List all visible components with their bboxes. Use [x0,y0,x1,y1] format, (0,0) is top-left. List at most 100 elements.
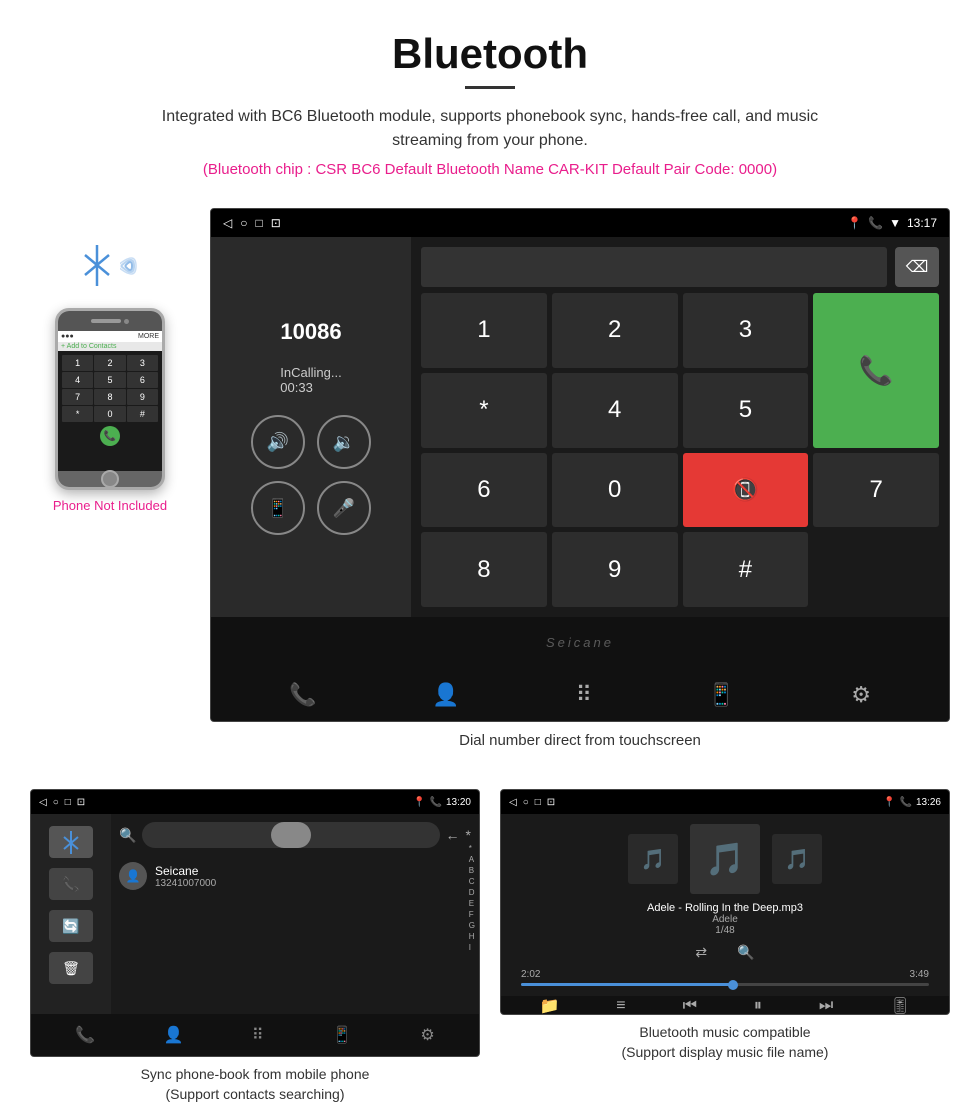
music-time-row: 2:02 3:49 [521,969,929,980]
pb-nav-settings[interactable]: ⚙ [420,1025,434,1045]
phonebook-caption: Sync phone-book from mobile phone (Suppo… [30,1065,480,1104]
music-caption: Bluetooth music compatible (Support disp… [500,1023,950,1062]
alpha-h: H [469,932,475,941]
music-screen: ◁ ○ □ ⊡ 📍 📞 13:26 🎵 [500,789,950,1015]
recent-calls-nav-icon[interactable]: 📞 [289,682,316,708]
keypad-grid: 1 2 3 📞 * 4 5 6 0 📵 7 8 9 # [421,293,939,607]
pb-delete-sidebar-icon[interactable]: 🗑 [49,952,93,984]
music-status-bar: ◁ ○ □ ⊡ 📍 📞 13:26 [501,790,949,814]
music-home-icon: ○ [523,797,529,808]
contacts-nav-icon[interactable]: 👤 [432,682,459,708]
current-music-note-icon: 🎵 [705,840,745,878]
wifi-icon: ▼ [889,216,901,230]
phonebook-body: 📞 🔄 🗑 🔍 ← * 👤 [31,814,479,1014]
key-7[interactable]: 7 [813,453,939,528]
key-9[interactable]: 9 [552,532,678,607]
pb-search-icon[interactable]: 🔍 [119,827,136,844]
contact-number: 13241007000 [155,878,216,889]
bluetooth-sidebar-icon[interactable] [49,826,93,858]
phone-transfer-button[interactable]: 📱 [251,481,305,535]
pb-call-icon: 📞 [430,797,442,808]
pb-sync-sidebar-icon[interactable]: 🔄 [49,910,93,942]
settings-nav-icon[interactable]: ⚙ [851,682,871,708]
next-album-art: 🎵 [772,834,822,884]
phonebook-status-bar: ◁ ○ □ ⊡ 📍 📞 13:20 [31,790,479,814]
dialpad-nav-icon[interactable]: ⠿ [576,682,592,708]
phone-number-display: 10086 [280,319,341,345]
alpha-b: B [469,866,475,875]
key-hash[interactable]: # [683,532,809,607]
key-1[interactable]: 1 [421,293,547,368]
pb-nav-calls[interactable]: 📞 [75,1025,95,1045]
microphone-button[interactable]: 🎤 [317,481,371,535]
next-track-icon[interactable]: ⏭ [819,997,833,1015]
pb-back-icon: ◁ [39,797,47,808]
bottom-nav-bar: Seicane [211,617,949,669]
page-header: Bluetooth Integrated with BC6 Bluetooth … [0,0,980,208]
equalizer-icon[interactable]: 🎚 [890,996,910,1015]
keypad-delete-button[interactable]: ⌫ [895,247,939,287]
key-6[interactable]: 6 [421,453,547,528]
contact-row: 👤 Seicane 13241007000 * A B C D E [119,856,471,896]
volume-up-button[interactable]: 🔊 [251,415,305,469]
pb-search-row: 🔍 ← * [119,822,471,848]
folder-icon[interactable]: 📁 [539,996,559,1015]
key-2[interactable]: 2 [552,293,678,368]
page-title: Bluetooth [20,30,960,78]
key-8[interactable]: 8 [421,532,547,607]
key-star[interactable]: * [421,373,547,448]
pb-asterisk: * [466,827,471,843]
alpha-asterisk: * [469,844,475,853]
alpha-c: C [469,877,475,886]
key-3[interactable]: 3 [683,293,809,368]
call-end-button[interactable]: 📵 [683,453,809,528]
key-0[interactable]: 0 [552,453,678,528]
music-artist: Adele [647,914,803,925]
current-album-art: 🎵 [690,824,760,894]
music-title: Adele - Rolling In the Deep.mp3 [647,902,803,914]
key-5[interactable]: 5 [683,373,809,448]
contact-name: Seicane [155,864,216,878]
music-current-time: 2:02 [521,969,540,980]
play-pause-icon[interactable]: ⏸ [754,997,762,1015]
music-screenshot-icon: ⊡ [547,797,555,808]
pb-call-sidebar-icon[interactable]: 📞 [49,868,93,900]
pb-nav-contacts[interactable]: 👤 [164,1025,184,1045]
music-actions: ⇄ 🔍 [695,944,754,961]
title-divider [465,86,515,89]
keypad-input-row: ⌫ [421,247,939,287]
keypad-input[interactable] [421,247,887,287]
home-icon: ○ [240,216,247,230]
music-body: 🎵 🎵 🎵 Adele - Rolling In the Deep.mp3 Ad… [501,814,949,1014]
search-music-icon[interactable]: 🔍 [737,944,754,961]
bottom-action-bar[interactable]: 📞 👤 ⠿ 📱 ⚙ [211,669,949,721]
status-bar: ◁ ○ □ ⊡ 📍 📞 ▼ 13:17 [211,209,949,237]
shuffle-icon[interactable]: ⇄ [695,944,707,961]
music-back-icon: ◁ [509,797,517,808]
call-accept-button[interactable]: 📞 [813,293,939,448]
clock: 13:17 [907,216,937,230]
prev-music-note-icon: 🎵 [641,847,666,872]
prev-track-icon[interactable]: ⏮ [683,997,697,1015]
pb-search-bar[interactable] [142,822,439,848]
music-progress-bar[interactable] [521,983,929,986]
call-icon: 📞 [868,216,883,230]
screenshot-icon: ⊡ [271,216,281,230]
volume-down-button[interactable]: 🔉 [317,415,371,469]
main-content-area: ●●●MORE + Add to Contacts 123 456 789 *0… [0,208,980,769]
location-icon: 📍 [847,216,862,230]
pb-back-button[interactable]: ← [446,827,460,843]
phone-nav-icon[interactable]: 📱 [708,682,735,708]
pb-nav-dialpad[interactable]: ⠿ [252,1025,264,1045]
phonebook-nav-bar: 📞 👤 ⠿ 📱 ⚙ [31,1014,479,1056]
main-screen-area: ◁ ○ □ ⊡ 📍 📞 ▼ 13:17 10086 In [210,208,950,769]
call-left-panel: 10086 InCalling... 00:33 🔊 🔉 📱 🎤 [211,237,411,617]
call-status: InCalling... [280,365,341,380]
pb-location-icon: 📍 [413,797,425,808]
main-android-screen: ◁ ○ □ ⊡ 📍 📞 ▼ 13:17 10086 In [210,208,950,722]
playlist-icon[interactable]: ≡ [616,997,625,1015]
key-4[interactable]: 4 [552,373,678,448]
music-art-area: 🎵 🎵 🎵 [628,824,822,894]
pb-nav-phone[interactable]: 📱 [332,1025,352,1045]
pb-screenshot-icon: ⊡ [77,797,85,808]
